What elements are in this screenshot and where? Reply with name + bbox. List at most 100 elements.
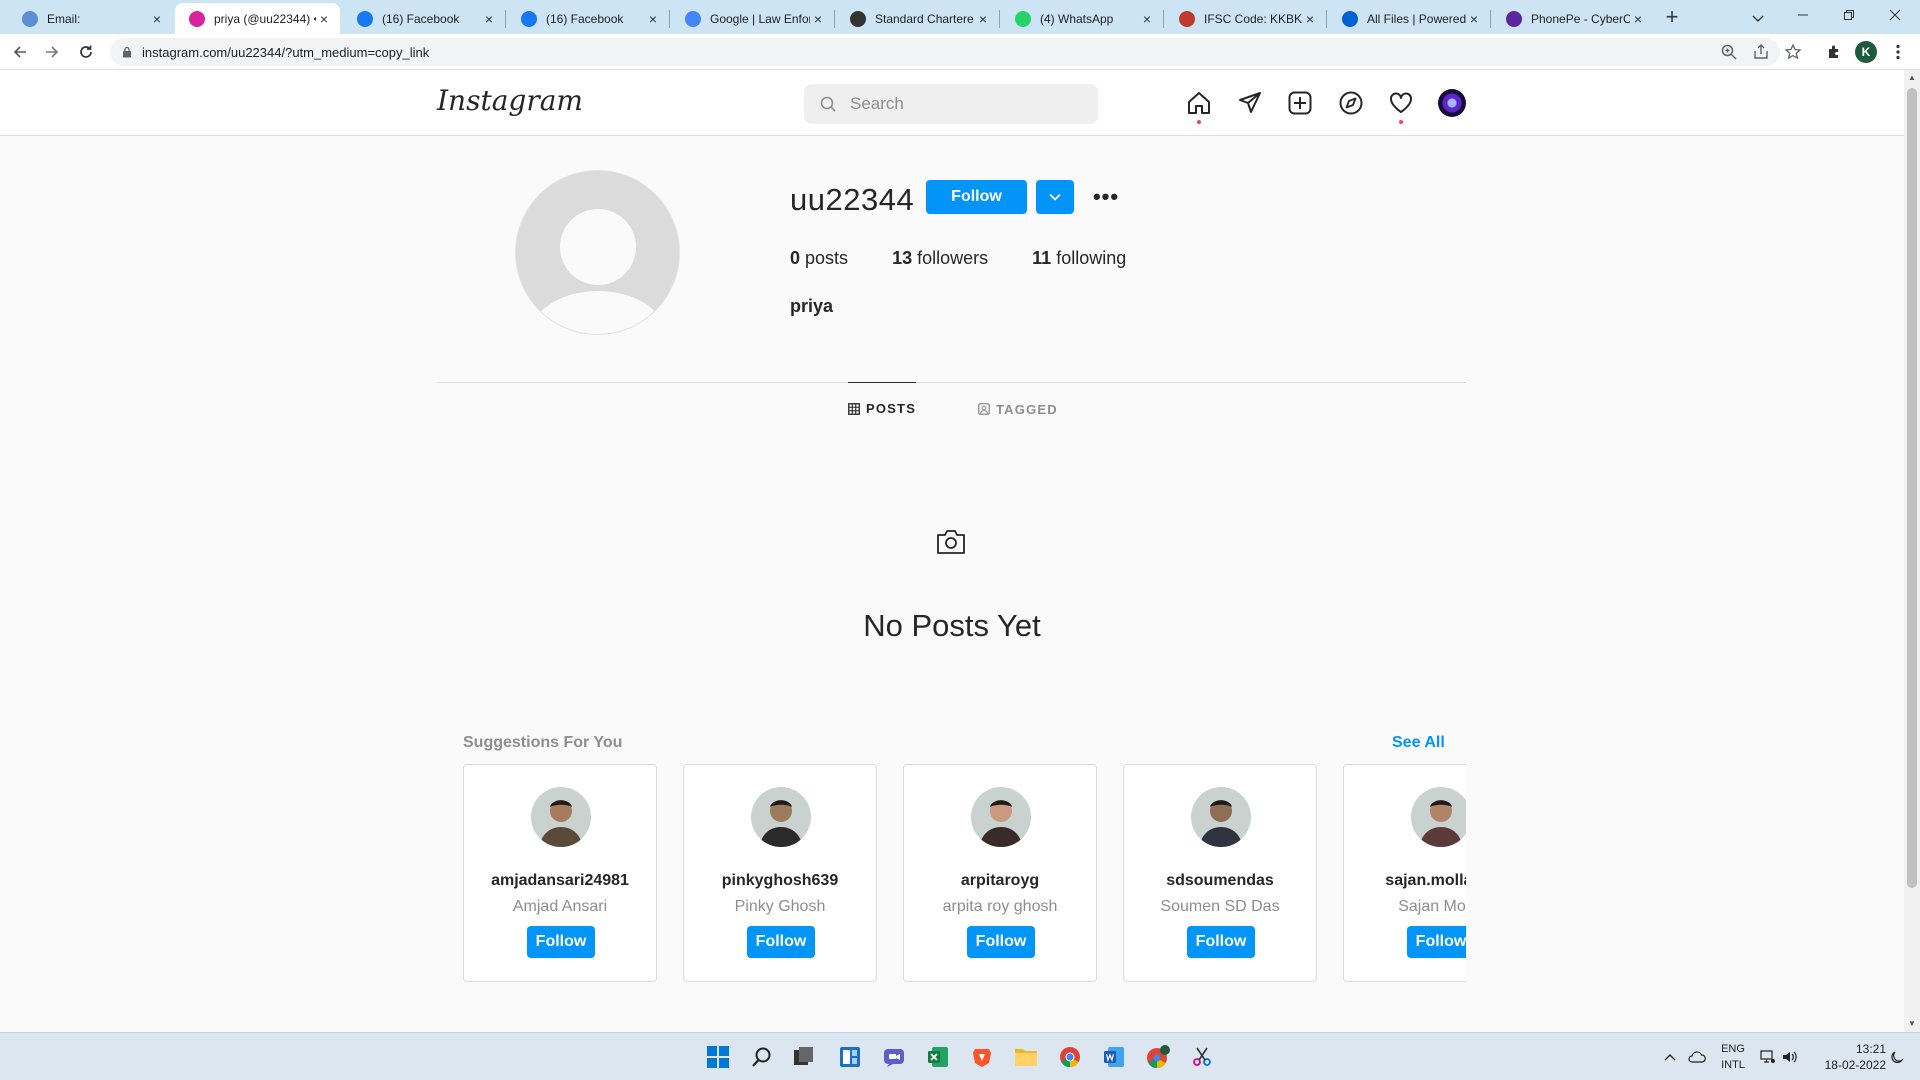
nav-profile-avatar[interactable]: [1437, 88, 1467, 118]
suggestion-follow-button[interactable]: Follow: [527, 926, 595, 958]
follow-button[interactable]: Follow: [926, 180, 1027, 214]
reload-icon[interactable]: [74, 40, 98, 64]
suggestion-username[interactable]: sdsoumendas: [1124, 872, 1316, 890]
tab-close-icon[interactable]: ×: [481, 11, 497, 27]
url-text[interactable]: instagram.com/uu22344/?utm_medium=copy_l…: [142, 45, 429, 60]
excel-icon[interactable]: [922, 1041, 954, 1073]
task-view-icon[interactable]: [788, 1041, 820, 1073]
zoom-icon[interactable]: [1720, 43, 1738, 61]
start-windows-icon[interactable]: [702, 1041, 734, 1073]
suggestion-follow-button[interactable]: Follow: [1407, 926, 1466, 958]
forward-arrow-icon[interactable]: [40, 40, 64, 64]
chrome-icon[interactable]: [1054, 1041, 1086, 1073]
tab-close-icon[interactable]: ×: [316, 11, 332, 27]
tab-posts[interactable]: POSTS: [848, 382, 917, 434]
browser-tab[interactable]: Email: ×: [8, 3, 173, 34]
show-hidden-icons-chevron-up-icon[interactable]: [1664, 1033, 1676, 1080]
following-link[interactable]: 11 following: [1032, 248, 1126, 269]
tab-close-icon[interactable]: ×: [645, 11, 661, 27]
tab-title: IFSC Code: KKBK0: [1204, 11, 1302, 26]
suggestion-username[interactable]: pinkyghosh639: [684, 872, 876, 890]
followers-link[interactable]: 13 followers: [892, 248, 988, 269]
tab-search-icon[interactable]: [1748, 8, 1768, 28]
suggestion-card[interactable]: pinkyghosh639 Pinky Ghosh Follow: [683, 764, 877, 982]
suggestion-follow-button[interactable]: Follow: [1187, 926, 1255, 958]
tab-close-icon[interactable]: ×: [1139, 11, 1155, 27]
network-icon[interactable]: [1760, 1033, 1776, 1080]
browser-tab[interactable]: All Files | Powered ×: [1328, 3, 1490, 34]
widgets-icon[interactable]: [834, 1041, 866, 1073]
explore-compass-icon[interactable]: [1336, 88, 1366, 118]
scrollbar-thumb[interactable]: [1907, 88, 1917, 888]
scroll-up-arrow[interactable]: ▲: [1908, 74, 1916, 82]
direct-messages-icon[interactable]: [1235, 88, 1265, 118]
activity-heart-icon[interactable]: [1386, 88, 1416, 124]
tab-close-icon[interactable]: ×: [1466, 11, 1482, 27]
suggested-dropdown-button[interactable]: [1036, 180, 1074, 214]
onedrive-cloud-icon[interactable]: [1688, 1033, 1706, 1080]
notifications-moon-icon[interactable]: [1890, 1033, 1904, 1080]
file-explorer-icon[interactable]: [1010, 1041, 1042, 1073]
suggestion-username[interactable]: arpitaroyg: [904, 872, 1096, 890]
browser-tab[interactable]: (16) Facebook ×: [507, 3, 669, 34]
search-box[interactable]: [804, 84, 1098, 124]
suggestion-card[interactable]: sajan.molla.18 Sajan Molla Follow: [1343, 764, 1466, 982]
suggestion-card[interactable]: amjadansari24981 Amjad Ansari Follow: [463, 764, 657, 982]
browser-tab[interactable]: PhonePe - CyberC ×: [1492, 3, 1654, 34]
brave-browser-icon[interactable]: [966, 1041, 998, 1073]
lock-icon[interactable]: [122, 46, 132, 58]
minimize-button[interactable]: [1780, 0, 1826, 30]
search-input[interactable]: [850, 84, 1080, 124]
scroll-down-arrow[interactable]: ▼: [1908, 1020, 1916, 1028]
browser-tab[interactable]: (4) WhatsApp ×: [1001, 3, 1163, 34]
extensions-puzzle-icon[interactable]: [1822, 40, 1846, 64]
close-window-button[interactable]: [1872, 0, 1918, 30]
suggestion-follow-button[interactable]: Follow: [967, 926, 1035, 958]
instagram-logo[interactable]: Instagram: [437, 84, 583, 117]
back-arrow-icon[interactable]: [8, 40, 32, 64]
page-scrollbar[interactable]: ▲ ▼: [1904, 70, 1920, 1032]
language-indicator[interactable]: ENG INTL: [1718, 1041, 1748, 1073]
teams-chat-icon[interactable]: [878, 1041, 910, 1073]
home-icon[interactable]: [1184, 88, 1214, 124]
suggestion-follow-button[interactable]: Follow: [747, 926, 815, 958]
volume-icon[interactable]: [1782, 1033, 1798, 1080]
suggestion-avatar[interactable]: [751, 787, 811, 847]
no-posts-message: No Posts Yet: [863, 608, 1041, 643]
system-clock[interactable]: 13:21 18-02-2022: [1812, 1041, 1886, 1073]
tab-close-icon[interactable]: ×: [810, 11, 826, 27]
profile-avatar[interactable]: K: [1854, 40, 1878, 64]
suggestion-avatar[interactable]: [971, 787, 1031, 847]
suggestion-card[interactable]: arpitaroyg arpita roy ghosh Follow: [903, 764, 1097, 982]
bookmark-star-icon[interactable]: [1784, 43, 1802, 61]
more-options-button[interactable]: •••: [1090, 182, 1122, 212]
search-taskbar-icon[interactable]: [746, 1041, 778, 1073]
suggestion-avatar[interactable]: [1411, 787, 1466, 847]
tab-close-icon[interactable]: ×: [975, 11, 991, 27]
see-all-link[interactable]: See All: [1392, 734, 1445, 752]
suggestion-username[interactable]: amjadansari24981: [464, 872, 656, 890]
chrome-profile-icon[interactable]: [1142, 1041, 1174, 1073]
browser-tab[interactable]: priya (@uu22344) • ×: [175, 3, 340, 34]
browser-tab[interactable]: (16) Facebook ×: [343, 3, 505, 34]
new-post-icon[interactable]: [1285, 88, 1315, 118]
snipping-tool-icon[interactable]: [1186, 1041, 1218, 1073]
share-icon[interactable]: [1752, 43, 1770, 61]
suggestion-avatar[interactable]: [1191, 787, 1251, 847]
word-icon[interactable]: [1098, 1041, 1130, 1073]
browser-tab[interactable]: Google | Law Enfor ×: [671, 3, 834, 34]
browser-menu-icon[interactable]: [1886, 40, 1910, 64]
browser-tab[interactable]: Standard Chartere ×: [836, 3, 999, 34]
suggestion-avatar[interactable]: [531, 787, 591, 847]
suggestion-card[interactable]: sdsoumendas Soumen SD Das Follow: [1123, 764, 1317, 982]
restore-button[interactable]: [1826, 0, 1872, 30]
tab-close-icon[interactable]: ×: [149, 11, 165, 27]
browser-tab[interactable]: IFSC Code: KKBK0 ×: [1165, 3, 1326, 34]
tab-close-icon[interactable]: ×: [1302, 11, 1318, 27]
suggestion-username[interactable]: sajan.molla.18: [1344, 872, 1466, 890]
instagram-navbar: Instagram: [0, 70, 1904, 136]
address-bar[interactable]: instagram.com/uu22344/?utm_medium=copy_l…: [110, 38, 1802, 66]
tab-close-icon[interactable]: ×: [1630, 11, 1646, 27]
new-tab-button[interactable]: +: [1658, 6, 1686, 30]
tab-tagged[interactable]: TAGGED: [978, 383, 1058, 435]
